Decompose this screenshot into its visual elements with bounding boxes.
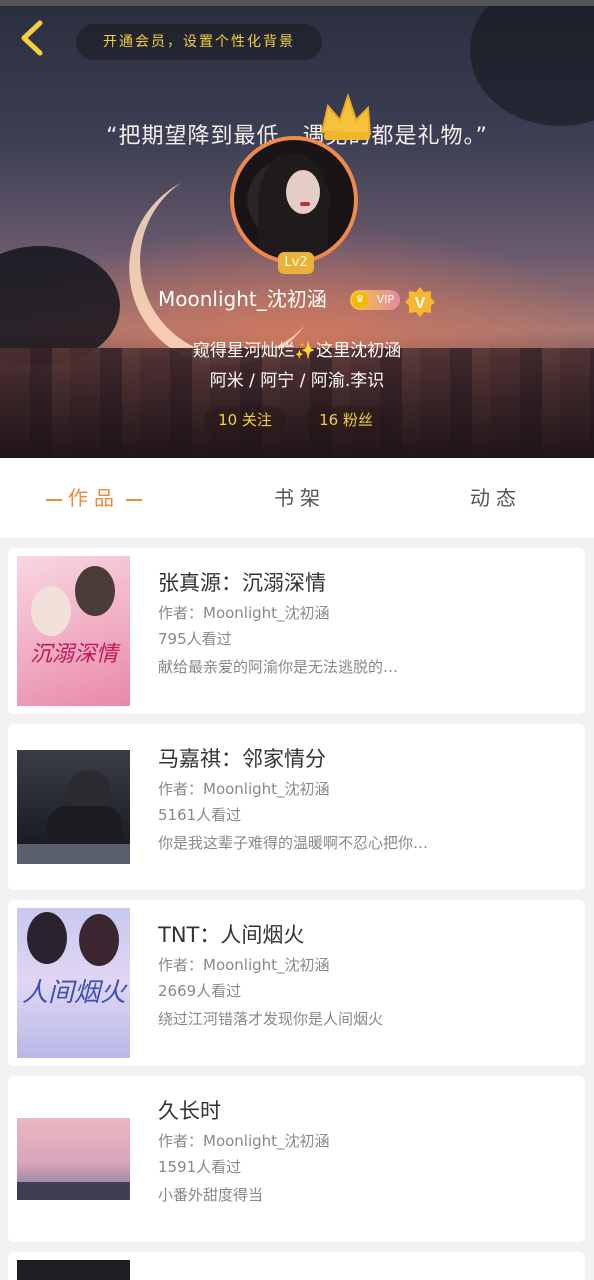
username: Moonlight_沈初涵 [158, 287, 327, 311]
work-author: 作者：Moonlight_沈初涵 [158, 604, 330, 622]
work-description: 献给最亲爱的阿渝你是无法逃脱的… [158, 658, 399, 676]
work-title[interactable]: 张真源：沉溺深情 [158, 568, 326, 598]
bio-line-2: 阿米 / 阿宁 / 阿渝.李识 [209, 371, 385, 391]
work-views: 5161人看过 [158, 806, 242, 824]
back-button[interactable] [14, 20, 50, 60]
following-count[interactable]: 10 关注 [204, 406, 286, 434]
book-cover: 沉溺深情 [17, 556, 130, 706]
cover-figure [27, 912, 67, 964]
work-views: 795人看过 [158, 630, 232, 648]
book-cover [17, 1118, 130, 1200]
level-badge: Lv2 [278, 252, 314, 274]
city-skyline [0, 348, 594, 458]
vip-badge[interactable]: ♛ VIP [350, 290, 400, 310]
chevron-left-icon [21, 20, 43, 56]
tab-activity[interactable]: 动态 [470, 482, 522, 514]
cover-figure [47, 806, 123, 846]
tab-works[interactable]: 作品 [40, 482, 148, 514]
profile-header: 开通会员，设置个性化背景 “把期望降到最低，遇见的都是礼物。” Lv2 Moon… [0, 6, 594, 458]
work-description: 绕过江河错落才发现你是人间烟火 [158, 1010, 384, 1028]
work-views: 1591人看过 [158, 1158, 242, 1176]
book-cover [17, 750, 130, 864]
tab-works-label: 作品 [68, 486, 120, 510]
avatar-lips [300, 202, 310, 206]
cover-title: 人间烟火 [21, 978, 126, 1008]
svg-text:V: V [415, 295, 426, 312]
work-author: 作者：Moonlight_沈初涵 [158, 1132, 330, 1150]
work-views: 2669人看过 [158, 982, 242, 1000]
crown-small-icon: ♛ [352, 292, 368, 308]
book-cover [17, 1260, 130, 1280]
tab-indicator-right [126, 498, 142, 501]
work-description: 你是我这辈子难得的温暖啊不忍心把你… [158, 834, 429, 852]
cover-title: 沉溺深情 [29, 642, 118, 667]
avatar[interactable] [230, 136, 358, 264]
tree-silhouette [470, 6, 594, 126]
list-item[interactable]: 人间烟火 TNT：人间烟火 作者：Moonlight_沈初涵 2669人看过 绕… [8, 900, 585, 1066]
cover-railing [17, 844, 130, 864]
bio-line-1: 窥得星河灿烂✨这里沈初涵 [192, 341, 402, 361]
work-author: 作者：Moonlight_沈初涵 [158, 956, 330, 974]
work-author: 作者：Moonlight_沈初涵 [158, 780, 330, 798]
tab-indicator-left [46, 498, 62, 501]
book-cover: 人间烟火 [17, 908, 130, 1058]
work-title[interactable]: TNT：人间烟火 [158, 920, 304, 950]
list-item[interactable] [8, 1252, 585, 1280]
vip-background-banner[interactable]: 开通会员，设置个性化背景 [76, 24, 322, 60]
tab-bookshelf[interactable]: 书架 [274, 482, 326, 514]
crown-icon [320, 92, 372, 140]
cover-figure [75, 566, 115, 616]
list-item[interactable]: 沉溺深情 张真源：沉溺深情 作者：Moonlight_沈初涵 795人看过 献给… [8, 548, 585, 714]
list-item[interactable]: 久长时 作者：Moonlight_沈初涵 1591人看过 小番外甜度得当 [8, 1076, 585, 1242]
work-title[interactable]: 久长时 [158, 1096, 221, 1126]
work-title[interactable]: 马嘉祺：邻家情分 [158, 744, 326, 774]
profile-tabs: 作品 书架 动态 [0, 458, 594, 538]
cover-silhouettes [17, 1182, 130, 1200]
cover-figure [79, 914, 119, 966]
cover-figure [31, 586, 71, 636]
list-item[interactable]: 马嘉祺：邻家情分 作者：Moonlight_沈初涵 5161人看过 你是我这辈子… [8, 724, 585, 890]
avatar-face [286, 170, 320, 214]
followers-count[interactable]: 16 粉丝 [304, 406, 388, 434]
vip-badge-label: VIP [376, 293, 394, 306]
work-description: 小番外甜度得当 [158, 1186, 264, 1204]
verified-v-icon[interactable]: V [404, 286, 436, 318]
